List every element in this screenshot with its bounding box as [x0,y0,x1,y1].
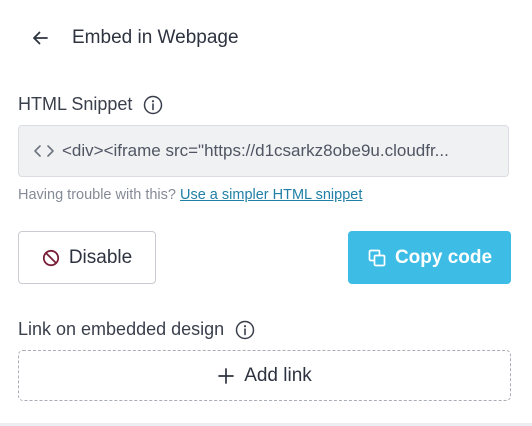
back-button[interactable] [28,26,52,50]
copy-icon [367,248,387,268]
disable-label: Disable [68,246,133,268]
html-snippet-field[interactable]: <div><iframe src="https://d1csarkz8obe9u… [18,125,509,177]
link-section-label: Link on embedded design [18,319,225,339]
help-text: Having trouble with this? [18,187,176,203]
simpler-snippet-link[interactable]: Use a simpler HTML snippet [180,187,362,203]
add-link-label: Add link [244,364,312,386]
header: Embed in Webpage [28,22,239,54]
plus-icon [217,367,235,385]
info-icon[interactable] [143,95,163,115]
link-section-label-row: Link on embedded design [18,319,255,340]
arrow-left-icon [30,28,50,48]
disable-button[interactable]: Disable [18,231,156,284]
code-brackets-icon [33,143,55,159]
html-snippet-label: HTML Snippet [18,94,133,114]
copy-code-button[interactable]: Copy code [348,231,511,284]
help-line: Having trouble with this? Use a simpler H… [18,187,362,203]
prohibited-icon [42,249,60,267]
copy-code-label: Copy code [394,246,493,268]
page-title: Embed in Webpage [72,27,239,48]
html-snippet-value: <div><iframe src="https://d1csarkz8obe9u… [62,141,449,160]
html-snippet-label-row: HTML Snippet [18,94,163,115]
info-icon[interactable] [235,320,255,340]
add-link-button[interactable]: Add link [18,350,511,401]
